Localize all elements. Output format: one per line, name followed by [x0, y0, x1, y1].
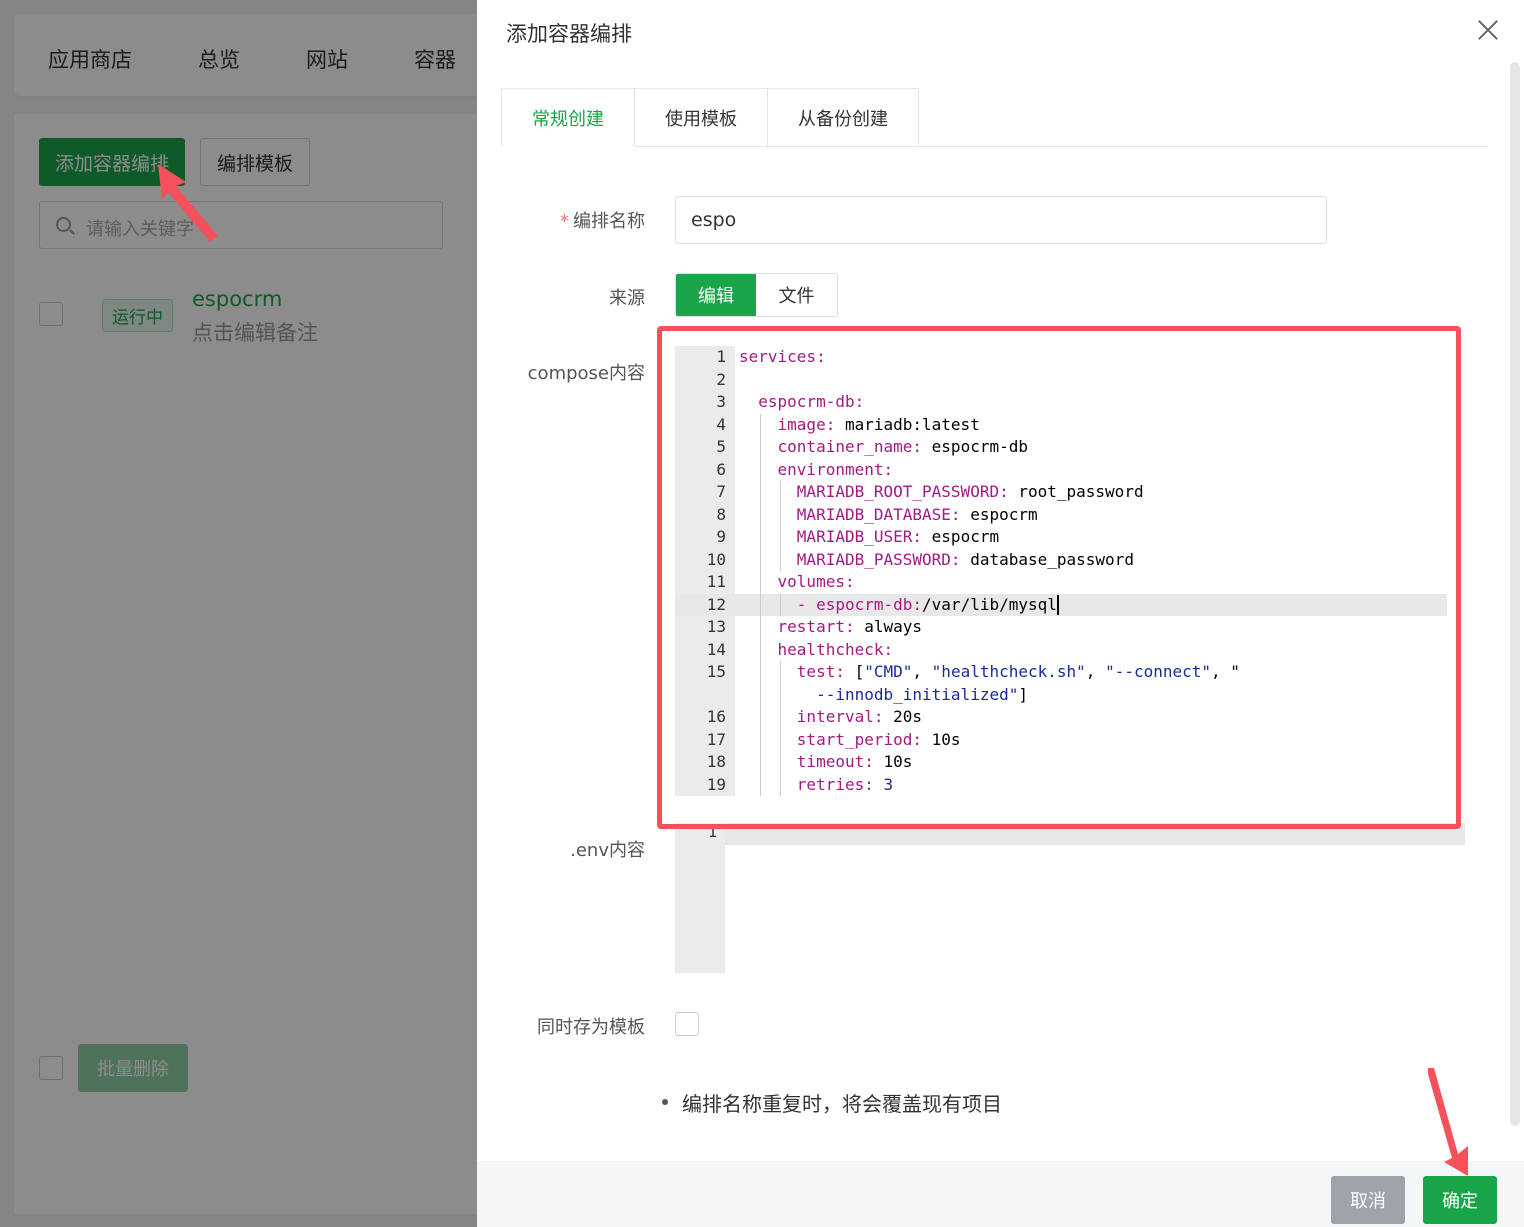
save-template-label: 同时存为模板 [537, 1017, 645, 1038]
code-text: start_period: 10s [796, 729, 961, 749]
compose-label: compose内容 [527, 363, 645, 384]
env-active-line [725, 823, 1465, 845]
code-text: environment: [777, 459, 894, 479]
code-text: - espocrm-db:/var/lib/mysql [796, 594, 1059, 615]
create-mode-tabs: 常规创建 使用模板 从备份创建 [501, 88, 919, 147]
code-text: container_name: espocrm-db [777, 437, 1028, 456]
compose-name-input[interactable]: espo [675, 196, 1327, 244]
line-number: 4 [716, 414, 726, 434]
code-text: restart: always [777, 617, 923, 636]
code-text: interval: 20s [796, 707, 923, 726]
line-number: 18 [706, 752, 726, 771]
text-caret [1056, 595, 1059, 615]
line-number: 3 [716, 392, 726, 411]
compose-code-editor[interactable]: 1 services: 2 3 espocrm-db: 4 image: mariadb… [675, 346, 1449, 796]
name-label: * 编排名称 [560, 211, 645, 232]
indent-guide [779, 661, 781, 796]
overwrite-tip: 编排名称重复时，将会覆盖现有项目 [662, 1088, 1002, 1117]
env-editor-gutter: 1 [675, 823, 725, 973]
add-compose-drawer: 添加容器编排 常规创建 使用模板 从备份创建 * 编排名称 espo 来源 编辑 … [477, 0, 1524, 1227]
line-number: 7 [716, 482, 726, 501]
line-number: 10 [706, 549, 726, 569]
line-number: 9 [716, 527, 726, 546]
line-number: 12 [706, 594, 726, 614]
code-text: volumes: [777, 572, 855, 591]
line-number: 8 [716, 504, 726, 524]
tab-use-template[interactable]: 使用模板 [635, 88, 768, 147]
env-label: .env内容 [570, 840, 645, 861]
code-text: test: ["CMD", "healthcheck.sh", "--conne… [796, 662, 1240, 681]
line-number: 14 [706, 639, 726, 659]
line-number: 13 [706, 617, 726, 636]
source-option-edit[interactable]: 编辑 [676, 274, 756, 316]
indent-guide [779, 481, 781, 571]
tab-from-backup[interactable]: 从备份创建 [768, 88, 919, 147]
line-number: 17 [706, 729, 726, 749]
code-text: image: mariadb:latest [777, 414, 980, 434]
indent-guide [779, 593, 781, 616]
code-text: MARIADB_ROOT_PASSWORD: root_password [796, 482, 1144, 501]
confirm-button[interactable]: 确定 [1423, 1176, 1497, 1224]
source-label: 来源 [609, 288, 645, 309]
code-text: --innodb_initialized"] [816, 684, 1028, 704]
drawer-scrollbar[interactable] [1510, 62, 1520, 1126]
code-text: timeout: 10s [796, 752, 913, 771]
code-text: MARIADB_PASSWORD: database_password [796, 549, 1134, 569]
env-line-number: 1 [707, 823, 717, 841]
code-text: services: [739, 347, 826, 366]
line-number: 11 [706, 572, 726, 591]
source-option-file[interactable]: 文件 [756, 274, 837, 316]
line-number: 19 [706, 774, 726, 794]
drawer-title: 添加容器编排 [506, 22, 632, 46]
tab-standard-create[interactable]: 常规创建 [501, 88, 635, 147]
close-icon[interactable] [1477, 19, 1499, 41]
source-toggle: 编辑 文件 [675, 273, 838, 317]
line-number: 5 [716, 437, 726, 456]
env-code-editor[interactable]: 1 [675, 823, 1465, 973]
modal-overlay[interactable] [0, 0, 477, 1227]
line-number: 2 [716, 369, 726, 389]
indent-guide [760, 413, 762, 796]
save-template-checkbox[interactable] [675, 1012, 699, 1036]
code-text: espocrm-db: [758, 392, 865, 411]
code-text: healthcheck: [777, 639, 894, 659]
line-number: 1 [716, 347, 726, 366]
line-number: 15 [706, 662, 726, 681]
line-number: 6 [716, 459, 726, 479]
cancel-button[interactable]: 取消 [1331, 1176, 1405, 1224]
code-text: MARIADB_USER: espocrm [796, 527, 1000, 546]
code-text: retries: 3 [796, 774, 894, 794]
line-number: 16 [706, 707, 726, 726]
code-text: MARIADB_DATABASE: espocrm [796, 504, 1038, 524]
